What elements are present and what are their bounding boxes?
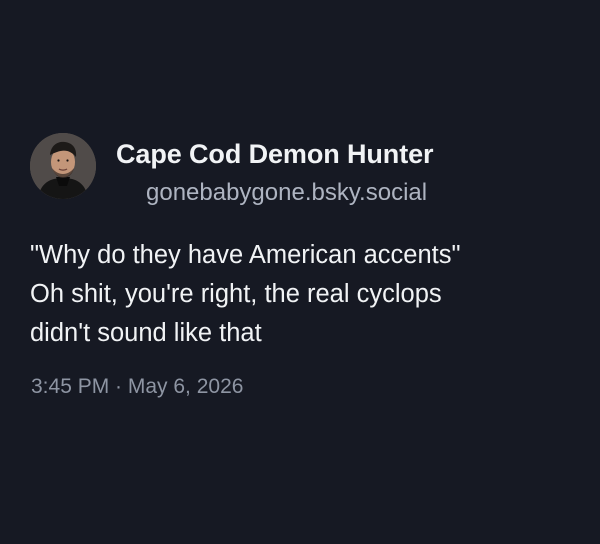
post-text-line: didn't sound like that (30, 319, 262, 347)
post-timestamp[interactable]: 3:45 PM · May 6, 2026 (31, 372, 243, 402)
post-text-line: "Why do they have American accents" (30, 241, 461, 269)
user-handle[interactable]: gonebabygone.bsky.social (146, 177, 427, 209)
display-name[interactable]: Cape Cod Demon Hunter (116, 137, 434, 171)
post-text-line: Oh shit, you're right, the real cyclops (30, 280, 442, 308)
post-text: "Why do they have American accents" Oh s… (30, 236, 586, 353)
avatar-image (30, 133, 96, 199)
avatar[interactable] (30, 133, 96, 199)
post-card: Cape Cod Demon Hunter gonebabygone.bsky.… (0, 0, 600, 544)
